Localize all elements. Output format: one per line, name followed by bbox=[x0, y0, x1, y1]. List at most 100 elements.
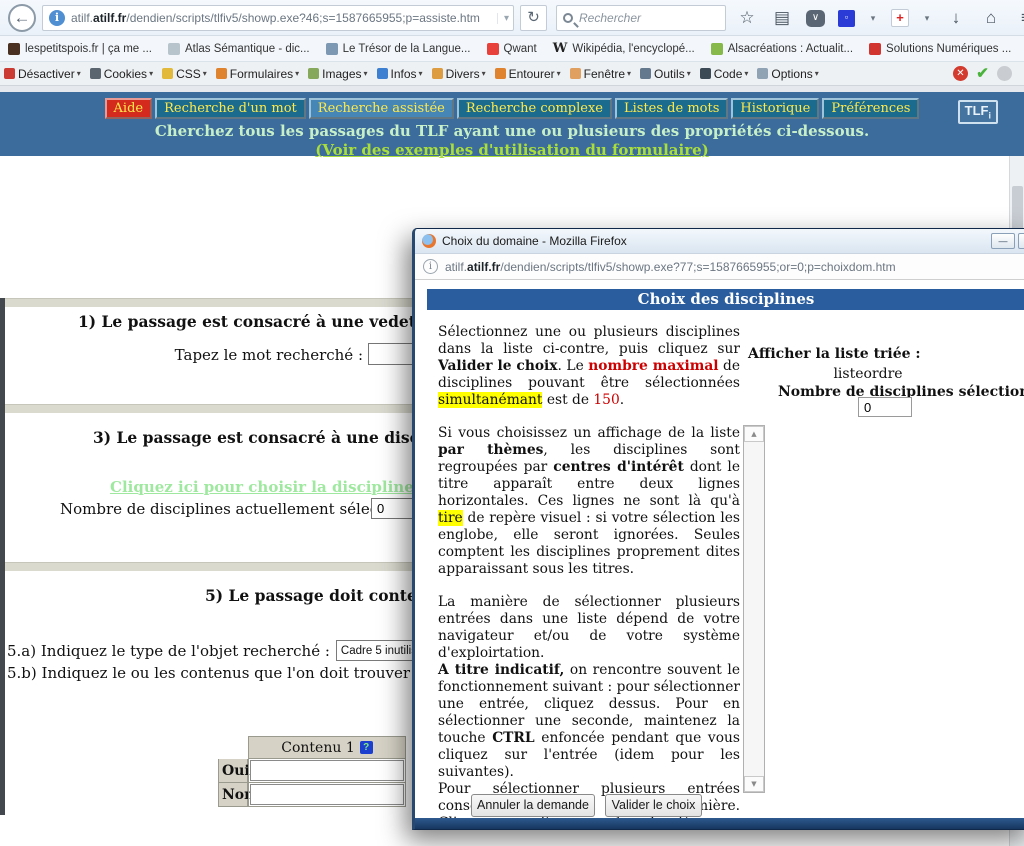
info-icon bbox=[377, 68, 388, 79]
tab-listes-de-mots[interactable]: Listes de mots bbox=[615, 98, 728, 119]
bookmark-label: Solutions Numériques ... bbox=[886, 43, 1011, 55]
scroll-up-icon[interactable]: ▲ bbox=[744, 426, 764, 442]
popup-window-title: Choix du domaine - Mozilla Firefox bbox=[442, 234, 627, 248]
tab-historique[interactable]: Historique bbox=[731, 98, 819, 119]
reload-button[interactable]: ↻ bbox=[520, 5, 547, 31]
bookmark-item[interactable]: Le Trésor de la Langue... bbox=[326, 43, 471, 55]
devbar-menu-formulaires[interactable]: Formulaires▾ bbox=[216, 67, 299, 81]
devbar-label: Fenêtre bbox=[584, 67, 625, 81]
devbar-label: Infos bbox=[391, 67, 417, 81]
cancel-button[interactable]: Annuler la demande bbox=[471, 794, 595, 817]
menu-icon[interactable]: ≡ bbox=[1015, 8, 1024, 28]
search-input[interactable]: Rechercher bbox=[556, 5, 726, 31]
bookmark-item[interactable]: Atlas Sémantique - dic... bbox=[168, 43, 310, 55]
back-button[interactable]: ← bbox=[8, 4, 36, 32]
pocket-icon[interactable]: ∨ bbox=[806, 10, 825, 27]
no-content-input[interactable] bbox=[250, 784, 404, 805]
devbar-label: Outils bbox=[654, 67, 685, 81]
popup-url-text: atilf.atilf.fr/dendien/scripts/tlfiv5/sh… bbox=[445, 260, 896, 274]
bookmarks-list: lespetitspois.fr | ça me ... Atlas Sémant… bbox=[8, 43, 1024, 55]
tab-recherche-d-un-mot[interactable]: Recherche d'un mot bbox=[155, 98, 306, 119]
options-icon bbox=[757, 68, 768, 79]
choose-discipline-link[interactable]: Cliquez ici pour choisir la discipline bbox=[110, 478, 414, 496]
devbar-label: Désactiver bbox=[18, 67, 75, 81]
site-identity-icon[interactable]: i bbox=[49, 10, 65, 26]
devbar-menu-images[interactable]: Images▾ bbox=[308, 67, 367, 81]
images-icon bbox=[308, 68, 319, 79]
dropdown-caret-icon: ▾ bbox=[482, 69, 486, 78]
site-identity-icon[interactable]: i bbox=[423, 259, 438, 274]
addon-dropdown-caret-icon[interactable]: ▾ bbox=[922, 13, 932, 24]
firstaid-addon-icon[interactable]: + bbox=[891, 9, 909, 27]
devbar-menu-css[interactable]: CSS▾ bbox=[162, 67, 207, 81]
tools-icon bbox=[640, 68, 651, 79]
popup-paragraphs: Sélectionnez une ou plusieurs discipline… bbox=[438, 324, 740, 830]
examples-link[interactable]: (Voir des exemples d'utilisation du form… bbox=[0, 141, 1024, 159]
list-scrollbar[interactable]: ▲ ▼ bbox=[743, 425, 765, 793]
bookmark-item[interactable]: lespetitspois.fr | ça me ... bbox=[8, 43, 152, 55]
devbar-items: Désactiver▾Cookies▾CSS▾Formulaires▾Image… bbox=[4, 67, 828, 81]
devbar-label: Entourer bbox=[509, 67, 555, 81]
tab-aide[interactable]: Aide bbox=[105, 98, 153, 119]
table-row: Oui bbox=[218, 759, 406, 783]
alsacreations-favicon bbox=[711, 43, 723, 55]
dropdown-caret-icon: ▾ bbox=[295, 69, 299, 78]
selected-count-input[interactable] bbox=[858, 397, 912, 417]
url-bar[interactable]: i atilf.atilf.fr/dendien/scripts/tlfiv5/… bbox=[42, 5, 514, 31]
bookmark-star-icon[interactable]: ☆ bbox=[736, 8, 758, 28]
maximize-button[interactable] bbox=[1018, 233, 1024, 249]
devbar-label: Formulaires bbox=[230, 67, 293, 81]
devbar-menu-cookies[interactable]: Cookies▾ bbox=[90, 67, 153, 81]
tab-recherche-complexe[interactable]: Recherche complexe bbox=[457, 98, 612, 119]
window-pencil-icon bbox=[570, 68, 581, 79]
devbar-menu-divers[interactable]: Divers▾ bbox=[432, 67, 486, 81]
save-session-icon[interactable]: ▫ bbox=[838, 10, 855, 27]
help-icon[interactable]: ? bbox=[360, 741, 373, 754]
url-dropdown-caret-icon[interactable]: ▾ bbox=[497, 13, 509, 24]
globe-icon bbox=[326, 43, 338, 55]
devbar-menu-code[interactable]: Code▾ bbox=[700, 67, 749, 81]
devbar-menu-infos[interactable]: Infos▾ bbox=[377, 67, 423, 81]
valid-icon[interactable]: ✔ bbox=[975, 66, 990, 81]
idle-icon[interactable] bbox=[997, 66, 1012, 81]
scroll-down-icon[interactable]: ▼ bbox=[744, 776, 764, 792]
downloads-icon[interactable]: ↓ bbox=[945, 8, 967, 28]
content-table: Contenu 1 ? Oui Non bbox=[218, 736, 406, 807]
devbar-menu-fenêtre[interactable]: Fenêtre▾ bbox=[570, 67, 631, 81]
forms-icon bbox=[216, 68, 227, 79]
outline-pencil-icon bbox=[495, 68, 506, 79]
devbar-menu-options[interactable]: Options▾ bbox=[757, 67, 818, 81]
popup-paragraph: A titre indicatif, on rencontre souvent … bbox=[438, 662, 740, 781]
yes-content-input[interactable] bbox=[250, 760, 404, 781]
errors-icon[interactable]: ✕ bbox=[953, 66, 968, 81]
devbar-menu-outils[interactable]: Outils▾ bbox=[640, 67, 691, 81]
minimize-button[interactable]: — bbox=[991, 233, 1015, 249]
row-no-label: Non bbox=[218, 783, 248, 807]
tlf-logo: TLFi bbox=[958, 100, 998, 124]
devbar-menu-désactiver[interactable]: Désactiver▾ bbox=[4, 67, 81, 81]
nav-tabs: AideRecherche d'un motRecherche assistée… bbox=[0, 92, 1024, 119]
home-icon[interactable]: ⌂ bbox=[980, 8, 1002, 28]
tab-recherche-assist-e[interactable]: Recherche assistée bbox=[309, 98, 454, 119]
discipline-count-label: Nombre de disciplines actuellement sélec… bbox=[60, 500, 367, 518]
search-placeholder: Rechercher bbox=[579, 11, 641, 25]
popup-url-bar[interactable]: i atilf.atilf.fr/dendien/scripts/tlfiv5/… bbox=[415, 254, 1024, 280]
bookmarks-toolbar: lespetitspois.fr | ça me ... Atlas Sémant… bbox=[0, 36, 1024, 62]
save-dropdown-caret-icon[interactable]: ▾ bbox=[868, 13, 878, 24]
validate-button[interactable]: Valider le choix bbox=[605, 794, 702, 817]
bookmark-item[interactable]: Qwant bbox=[487, 43, 537, 55]
bookmarks-panel-icon[interactable]: ▤ bbox=[771, 8, 793, 28]
word-search-label: Tapez le mot recherché : bbox=[150, 346, 363, 364]
dropdown-caret-icon: ▾ bbox=[627, 69, 631, 78]
tab-pr-f-rences[interactable]: Préférences bbox=[822, 98, 919, 119]
qwant-favicon bbox=[487, 43, 499, 55]
misc-folder-icon bbox=[432, 68, 443, 79]
bookmark-item[interactable]: WWikipédia, l'encyclopé... bbox=[553, 43, 695, 55]
bookmark-item[interactable]: Alsacréations : Actualit... bbox=[711, 43, 853, 55]
dropdown-caret-icon: ▾ bbox=[77, 69, 81, 78]
code-icon bbox=[700, 68, 711, 79]
popup-titlebar[interactable]: Choix du domaine - Mozilla Firefox — bbox=[415, 229, 1024, 254]
row-yes-label: Oui bbox=[218, 759, 248, 783]
bookmark-item[interactable]: Solutions Numériques ... bbox=[869, 43, 1011, 55]
devbar-menu-entourer[interactable]: Entourer▾ bbox=[495, 67, 561, 81]
